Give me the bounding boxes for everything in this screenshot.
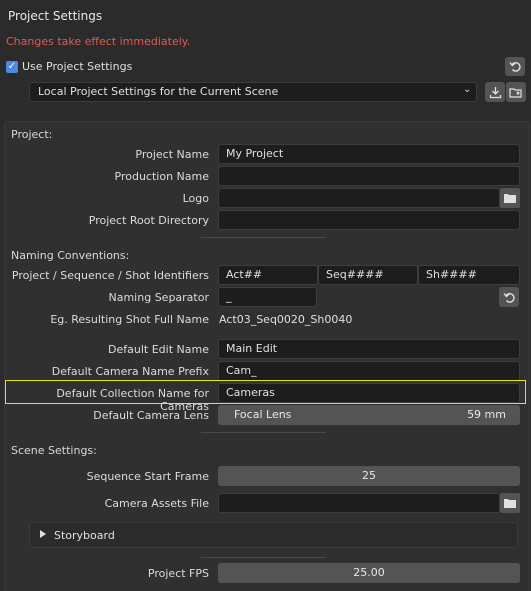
collection-name-field[interactable]: Cameras — [218, 383, 520, 403]
project-name-field[interactable]: My Project — [218, 144, 520, 164]
identifiers-label: Project / Sequence / Shot Identifiers — [11, 269, 209, 282]
edit-name-field[interactable]: Main Edit — [218, 339, 520, 359]
sequence-identifier-field[interactable]: Seq#### — [318, 265, 418, 285]
camera-lens-value: 59 mm — [467, 408, 506, 421]
project-heading: Project: — [11, 128, 53, 141]
shot-identifier-value: Sh#### — [426, 268, 477, 281]
edit-name-value: Main Edit — [226, 342, 278, 355]
camera-lens-name: Focal Lens — [234, 408, 292, 421]
fps-field[interactable]: 25.00 — [218, 563, 520, 583]
production-name-field[interactable] — [218, 166, 520, 186]
warning-text: Changes take effect immediately. — [6, 35, 191, 48]
import-icon[interactable] — [485, 82, 505, 102]
folder-icon[interactable] — [500, 493, 520, 513]
shot-identifier-field[interactable]: Sh#### — [418, 265, 520, 285]
project-root-field[interactable] — [218, 210, 520, 230]
act-identifier-field[interactable]: Act## — [218, 265, 318, 285]
start-frame-field[interactable]: 25 — [218, 466, 520, 486]
reset-icon[interactable] — [499, 287, 519, 307]
camera-lens-field[interactable]: Focal Lens 59 mm — [218, 405, 520, 425]
fps-value: 25.00 — [353, 566, 385, 579]
project-root-label: Project Root Directory — [88, 214, 209, 227]
separator — [201, 432, 326, 433]
fps-label: Project FPS — [147, 567, 209, 580]
project-name-label: Project Name — [135, 148, 209, 161]
camera-prefix-field[interactable]: Cam_ — [218, 361, 520, 381]
triangle-right-icon[interactable] — [39, 529, 47, 542]
example-value: Act03_Seq0020_Sh0040 — [219, 313, 353, 326]
edit-name-label: Default Edit Name — [108, 343, 209, 356]
use-project-settings-label: Use Project Settings — [22, 60, 133, 73]
separator-value: _ — [226, 290, 232, 303]
separator — [201, 237, 326, 238]
sequence-identifier-value: Seq#### — [326, 268, 384, 281]
start-frame-label: Sequence Start Frame — [86, 470, 209, 483]
use-project-settings-checkbox[interactable]: ✓ — [6, 61, 18, 73]
reset-icon[interactable] — [505, 57, 525, 76]
example-label: Eg. Resulting Shot Full Name — [50, 313, 209, 326]
settings-source-value: Local Project Settings for the Current S… — [38, 85, 279, 98]
separator-field[interactable]: _ — [218, 287, 317, 307]
logo-label: Logo — [182, 192, 209, 205]
camera-assets-field[interactable] — [218, 493, 500, 513]
logo-field[interactable] — [218, 188, 500, 208]
scene-heading: Scene Settings: — [11, 444, 97, 457]
separator-label: Naming Separator — [108, 291, 210, 304]
start-frame-value: 25 — [362, 469, 376, 482]
naming-heading: Naming Conventions: — [11, 249, 130, 262]
camera-prefix-value: Cam_ — [226, 364, 257, 377]
chevron-down-icon: ⌄ — [463, 84, 472, 95]
act-identifier-value: Act## — [226, 268, 263, 281]
folder-icon[interactable] — [500, 188, 520, 208]
storyboard-label: Storyboard — [54, 529, 115, 542]
project-name-value: My Project — [226, 147, 284, 160]
window-title: Project Settings — [8, 9, 103, 23]
export-folder-icon[interactable] — [506, 82, 526, 102]
camera-prefix-label: Default Camera Name Prefix — [51, 365, 209, 378]
camera-lens-label: Default Camera Lens — [93, 409, 209, 422]
collection-name-value: Cameras — [226, 386, 275, 399]
camera-assets-label: Camera Assets File — [104, 497, 209, 510]
separator — [201, 557, 326, 558]
production-name-label: Production Name — [114, 170, 209, 183]
settings-source-dropdown[interactable]: Local Project Settings for the Current S… — [29, 82, 477, 102]
